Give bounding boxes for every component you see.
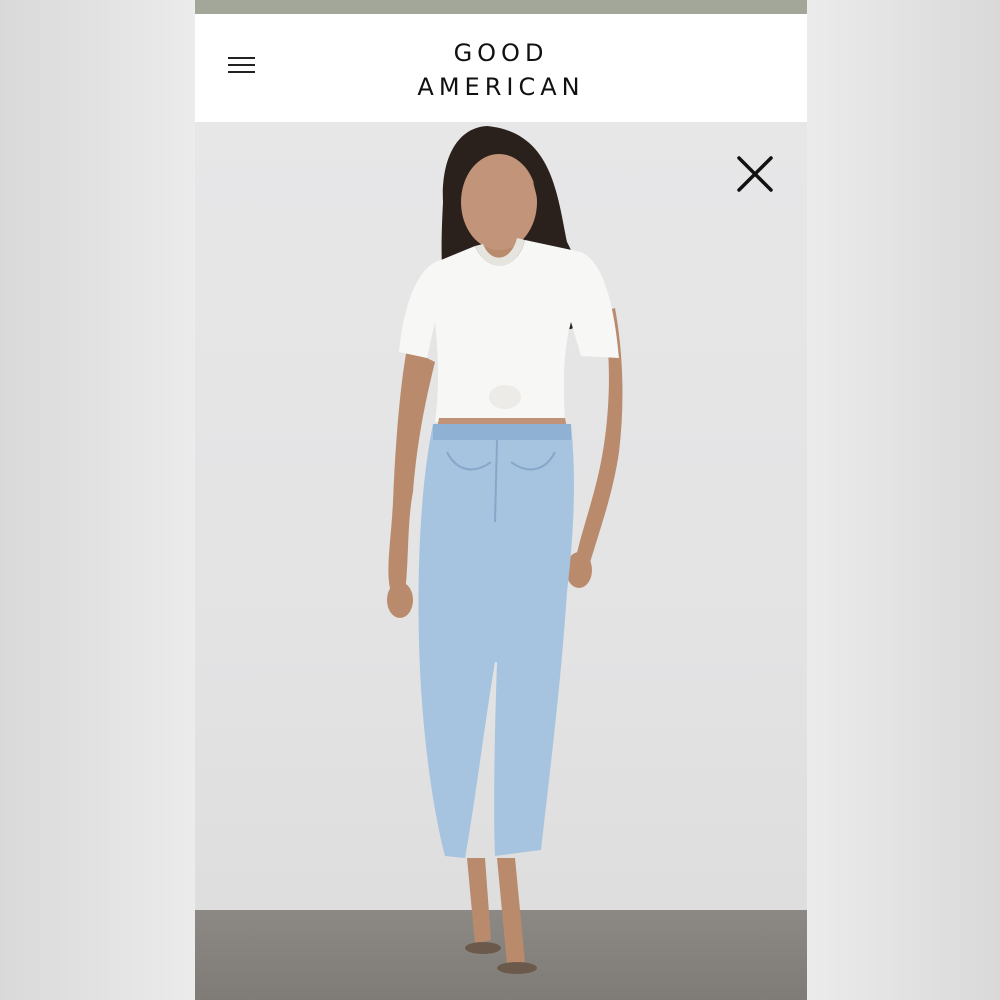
close-icon[interactable] [735, 154, 775, 194]
brand-logo-line1: GOOD [453, 39, 549, 67]
phone-screen: GOOD AMERICAN [195, 0, 807, 1000]
model-photo [387, 126, 623, 974]
product-image [195, 122, 807, 1000]
brand-logo[interactable]: GOOD AMERICAN [345, 36, 657, 104]
status-strip [195, 0, 807, 14]
site-header: GOOD AMERICAN [195, 14, 807, 122]
hamburger-menu-icon[interactable] [228, 54, 256, 76]
brand-logo-line2: AMERICAN [417, 73, 585, 101]
